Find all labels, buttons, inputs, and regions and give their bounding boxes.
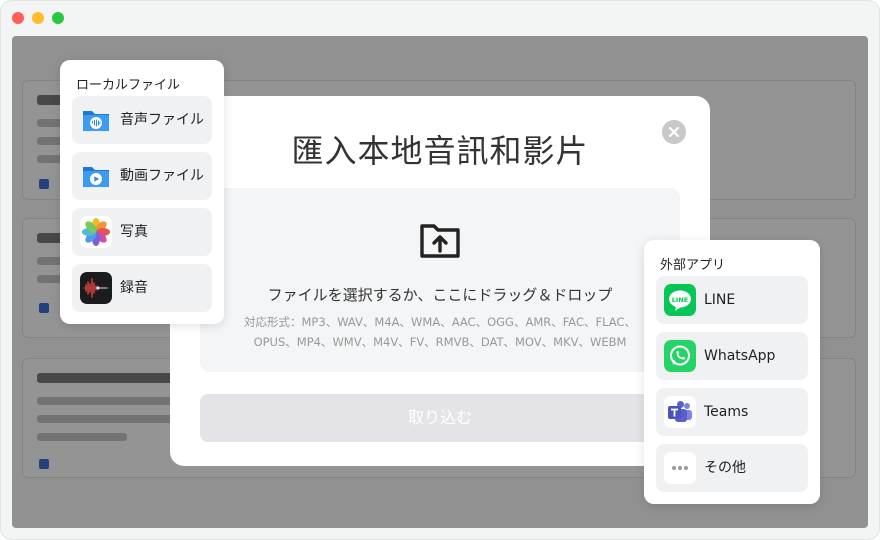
line-icon: LINE xyxy=(664,284,696,316)
app-item-whatsapp[interactable]: WhatsApp xyxy=(656,332,808,380)
import-button[interactable]: 取り込む xyxy=(200,394,680,442)
window-controls xyxy=(12,12,64,24)
local-item-photos[interactable]: 写真 xyxy=(72,208,212,256)
close-icon xyxy=(669,127,679,137)
supported-formats-line: OPUS、MP4、WMV、M4V、FV、RMVB、DAT、MOV、MKV、WEB… xyxy=(253,335,627,349)
whatsapp-icon xyxy=(664,340,696,372)
local-item-recordings[interactable]: 録音 xyxy=(72,264,212,312)
dropzone-instruction: ファイルを選択するか、ここにドラッグ＆ドロップ xyxy=(267,286,613,304)
close-window-button[interactable] xyxy=(12,12,24,24)
svg-text:LINE: LINE xyxy=(672,296,688,304)
local-item-label: 音声ファイル xyxy=(120,112,204,128)
zoom-window-button[interactable] xyxy=(52,12,64,24)
app-item-label: Teams xyxy=(704,404,749,420)
app-item-label: LINE xyxy=(704,292,736,308)
local-item-label: 写真 xyxy=(120,224,148,240)
local-files-panel: ローカルファイル 音声ファイル 動画ファイル 写真 録音 xyxy=(60,60,224,324)
local-files-title: ローカルファイル xyxy=(76,78,181,93)
local-item-audio-files[interactable]: 音声ファイル xyxy=(72,96,212,144)
app-item-label: WhatsApp xyxy=(704,348,776,364)
more-icon xyxy=(664,452,696,484)
teams-icon xyxy=(664,396,696,428)
local-item-label: 録音 xyxy=(120,280,148,296)
external-apps-title: 外部アプリ xyxy=(660,258,726,273)
app-item-line[interactable]: LINE LINE xyxy=(656,276,808,324)
dialog-title: 匯入本地音訊和影片 xyxy=(291,132,589,170)
voice-memos-icon xyxy=(80,272,112,304)
supported-formats: 対応形式：MP3、WAV、M4A、WMA、AAC、OGG、AMR、FAC、FLA… xyxy=(230,312,650,352)
supported-formats-line: 対応形式：MP3、WAV、M4A、WMA、AAC、OGG、AMR、FAC、FLA… xyxy=(244,315,636,329)
folder-upload-icon xyxy=(420,224,460,258)
photos-icon xyxy=(80,216,112,248)
local-item-video-files[interactable]: 動画ファイル xyxy=(72,152,212,200)
app-window: 匯入本地音訊和影片 ファイルを選択するか、ここにドラッグ＆ドロップ 対応形式：M… xyxy=(0,0,880,540)
video-folder-icon xyxy=(80,160,112,192)
audio-folder-icon xyxy=(80,104,112,136)
close-dialog-button[interactable] xyxy=(662,120,686,144)
app-item-teams[interactable]: Teams xyxy=(656,388,808,436)
import-dialog: 匯入本地音訊和影片 ファイルを選択するか、ここにドラッグ＆ドロップ 対応形式：M… xyxy=(170,96,710,466)
external-apps-panel: 外部アプリ LINE LINE WhatsApp Teams その他 xyxy=(644,240,820,504)
minimize-window-button[interactable] xyxy=(32,12,44,24)
file-dropzone[interactable]: ファイルを選択するか、ここにドラッグ＆ドロップ 対応形式：MP3、WAV、M4A… xyxy=(200,188,680,372)
app-item-label: その他 xyxy=(704,460,746,476)
local-item-label: 動画ファイル xyxy=(120,168,204,184)
app-item-other[interactable]: その他 xyxy=(656,444,808,492)
